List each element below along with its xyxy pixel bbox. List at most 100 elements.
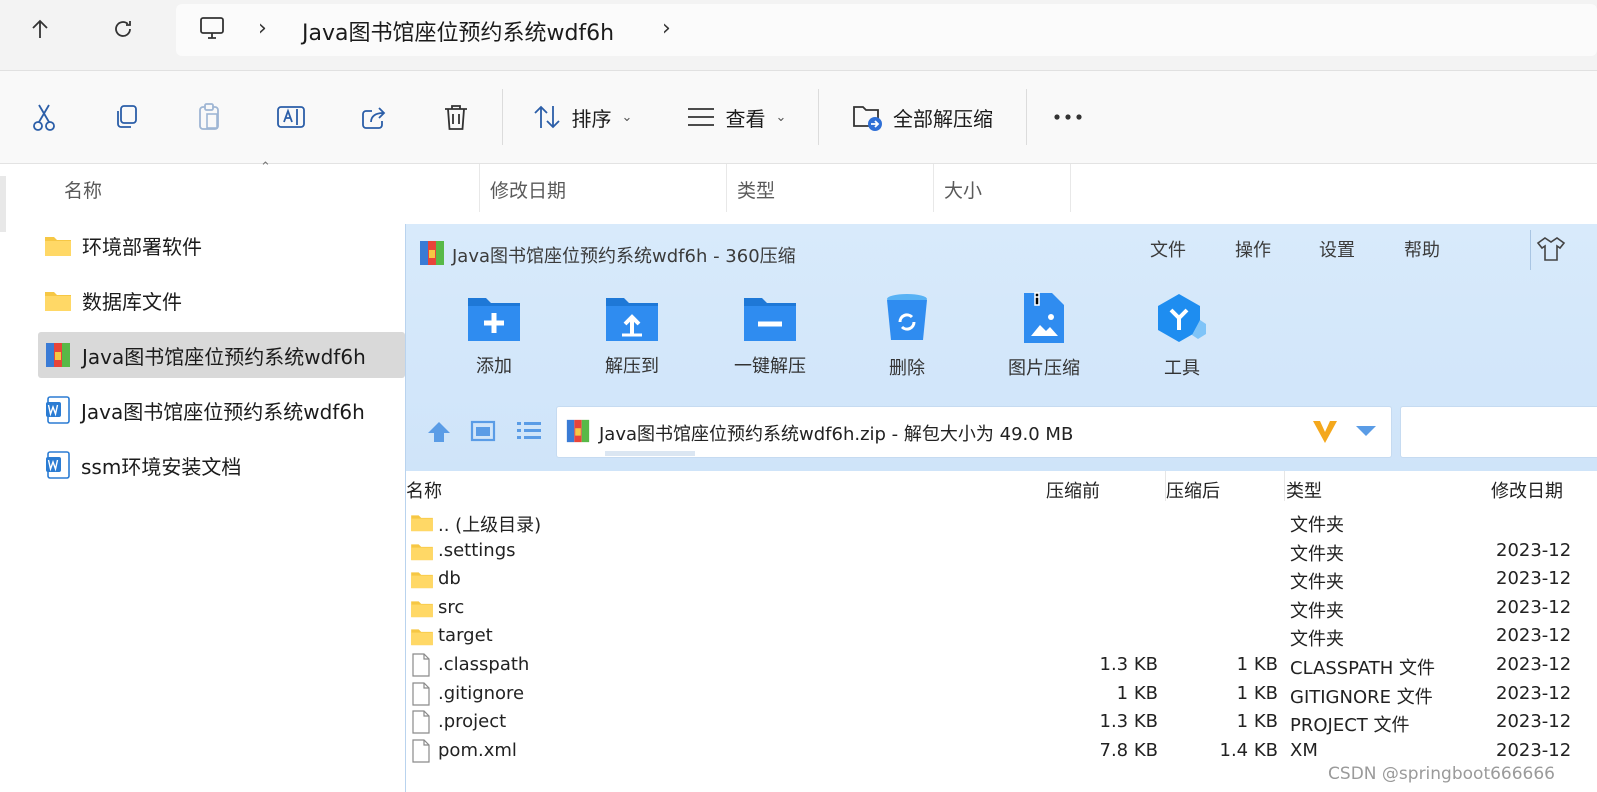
table-row[interactable]: .classpath 1.3 KB 1 KB CLASSPATH 文件 2023… [406,651,1597,680]
table-row[interactable]: src 文件夹 2023-12 [406,594,1597,623]
list-item[interactable]: ssm环境安装文档 [38,442,405,488]
one-click-extract-icon [744,298,796,341]
row-size-after: 1.4 KB [1219,739,1279,761]
extract-to-label: 解压到 [605,356,659,377]
list-item[interactable]: 环境部署软件 [38,222,405,268]
column-divider[interactable] [479,164,480,212]
zip-column-modified[interactable]: 修改日期 [1491,477,1563,503]
copy-button[interactable] [104,89,148,145]
row-modified: 2023-12 [1496,739,1572,761]
thumbnail-view-icon[interactable] [470,420,496,442]
column-divider[interactable] [726,164,727,212]
add-folder-icon [468,298,520,341]
extract-to-button[interactable]: 解压到 [572,292,692,378]
up-arrow-icon [32,19,48,38]
clipboard-icon [199,103,219,130]
file-name: 数据库文件 [82,289,182,314]
row-name: .gitignore [438,682,525,704]
watermark: CSDN @springboot666666 [1328,764,1555,784]
list-item-selected[interactable]: Java图书馆座位预约系统wdf6h [38,332,405,378]
row-type: 文件夹 [1290,543,1344,565]
column-header-name[interactable]: 名称 [64,176,102,203]
column-divider[interactable] [1284,471,1285,501]
menu-file[interactable]: 文件 [1150,236,1186,262]
row-modified: 2023-12 [1496,539,1572,561]
share-button[interactable] [352,89,396,145]
cut-button[interactable] [22,89,66,145]
share-icon [362,107,386,129]
folder-icon [411,601,433,617]
archive-path-field[interactable]: Java图书馆座位预约系统wdf6h.zip - 解包大小为 49.0 MB [556,406,1392,458]
file-name: Java图书馆座位预约系统wdf6h [81,399,365,424]
delete-button[interactable]: 删除 [847,292,967,380]
view-list-icon [687,108,714,126]
scissors-icon [33,104,55,131]
zip-column-after[interactable]: 压缩后 [1166,477,1220,503]
row-name: target [438,625,493,647]
skin-shirt-icon[interactable] [1536,236,1566,262]
row-name: src [438,596,465,618]
search-input[interactable] [1400,406,1597,458]
breadcrumb-folder[interactable]: Java图书馆座位预约系统wdf6h [302,15,614,47]
column-divider[interactable] [933,164,934,212]
path-scrollbar[interactable] [605,451,695,456]
table-row[interactable]: .gitignore 1 KB 1 KB GITIGNORE 文件 2023-1… [406,680,1597,709]
breadcrumb[interactable]: › Java图书馆座位预约系统wdf6h › [176,4,1597,56]
table-row[interactable]: target 文件夹 2023-12 [406,622,1597,651]
breadcrumb-chevron-icon[interactable]: › [662,16,671,41]
list-item[interactable]: 数据库文件 [38,277,405,323]
table-row[interactable]: .. (上级目录) 文件夹 [406,508,1597,537]
up-arrow-button[interactable] [20,9,60,49]
sort-button[interactable]: 排序 ⌄ [526,89,638,145]
one-click-extract-button[interactable]: 一键解压 [710,292,830,378]
column-header-type[interactable]: 类型 [737,176,775,203]
list-view-icon[interactable] [516,420,542,442]
extract-all-label: 全部解压缩 [893,106,993,131]
archive-path-text: Java图书馆座位预约系统wdf6h.zip - 解包大小为 49.0 MB [599,424,1074,445]
add-label: 添加 [476,356,512,377]
extract-all-button[interactable]: 全部解压缩 [844,89,1000,145]
rename-button[interactable] [269,89,313,145]
menu-settings[interactable]: 设置 [1319,236,1355,262]
folder-icon [411,572,433,589]
menu-help[interactable]: 帮助 [1404,236,1440,262]
table-row[interactable]: pom.xml 7.8 KB 1.4 KB XM 2023-12 [406,737,1597,766]
row-size-after: 1 KB [1236,711,1278,733]
more-options-button[interactable] [1046,89,1090,145]
row-name: .classpath [438,654,530,675]
column-header-modified[interactable]: 修改日期 [490,176,566,203]
column-header-size[interactable]: 大小 [944,176,982,203]
list-item[interactable]: Java图书馆座位预约系统wdf6h [38,387,405,433]
table-row[interactable]: db 文件夹 2023-12 [406,565,1597,594]
view-button[interactable]: 查看 ⌄ [680,89,792,145]
row-size-after: 1 KB [1236,654,1278,675]
word-doc-icon [46,451,70,479]
add-button[interactable]: 添加 [434,292,554,378]
up-level-icon[interactable] [426,420,452,444]
file-icon [412,710,430,734]
zip-column-name[interactable]: 名称 [406,477,442,503]
tools-button[interactable]: 工具 [1122,292,1242,380]
refresh-button[interactable] [103,9,143,49]
chevron-down-icon: ⌄ [775,109,787,125]
row-size-before: 1 KB [1116,682,1158,704]
zip-column-before[interactable]: 压缩前 [1046,477,1100,503]
zip-column-type[interactable]: 类型 [1286,477,1322,503]
column-divider[interactable] [1070,164,1071,212]
row-name: .settings [438,539,516,561]
refresh-icon [115,21,131,37]
extract-archive-icon [853,106,882,131]
delete-button[interactable] [434,89,478,145]
rename-icon [277,106,305,128]
image-compress-button[interactable]: 图片压缩 [984,292,1104,380]
table-row[interactable]: .settings 文件夹 2023-12 [406,537,1597,566]
paste-button[interactable] [187,89,231,145]
vip-v-icon[interactable] [1311,419,1339,445]
table-row[interactable]: .project 1.3 KB 1 KB PROJECT 文件 2023-12 [406,708,1597,737]
row-name: db [438,568,461,590]
row-type: XM [1290,739,1318,761]
dropdown-triangle-icon[interactable] [1355,425,1377,437]
command-bar: 排序 ⌄ 查看 ⌄ 全部解压缩 [0,71,1597,164]
view-label: 查看 [725,106,766,131]
menu-operation[interactable]: 操作 [1235,236,1271,262]
